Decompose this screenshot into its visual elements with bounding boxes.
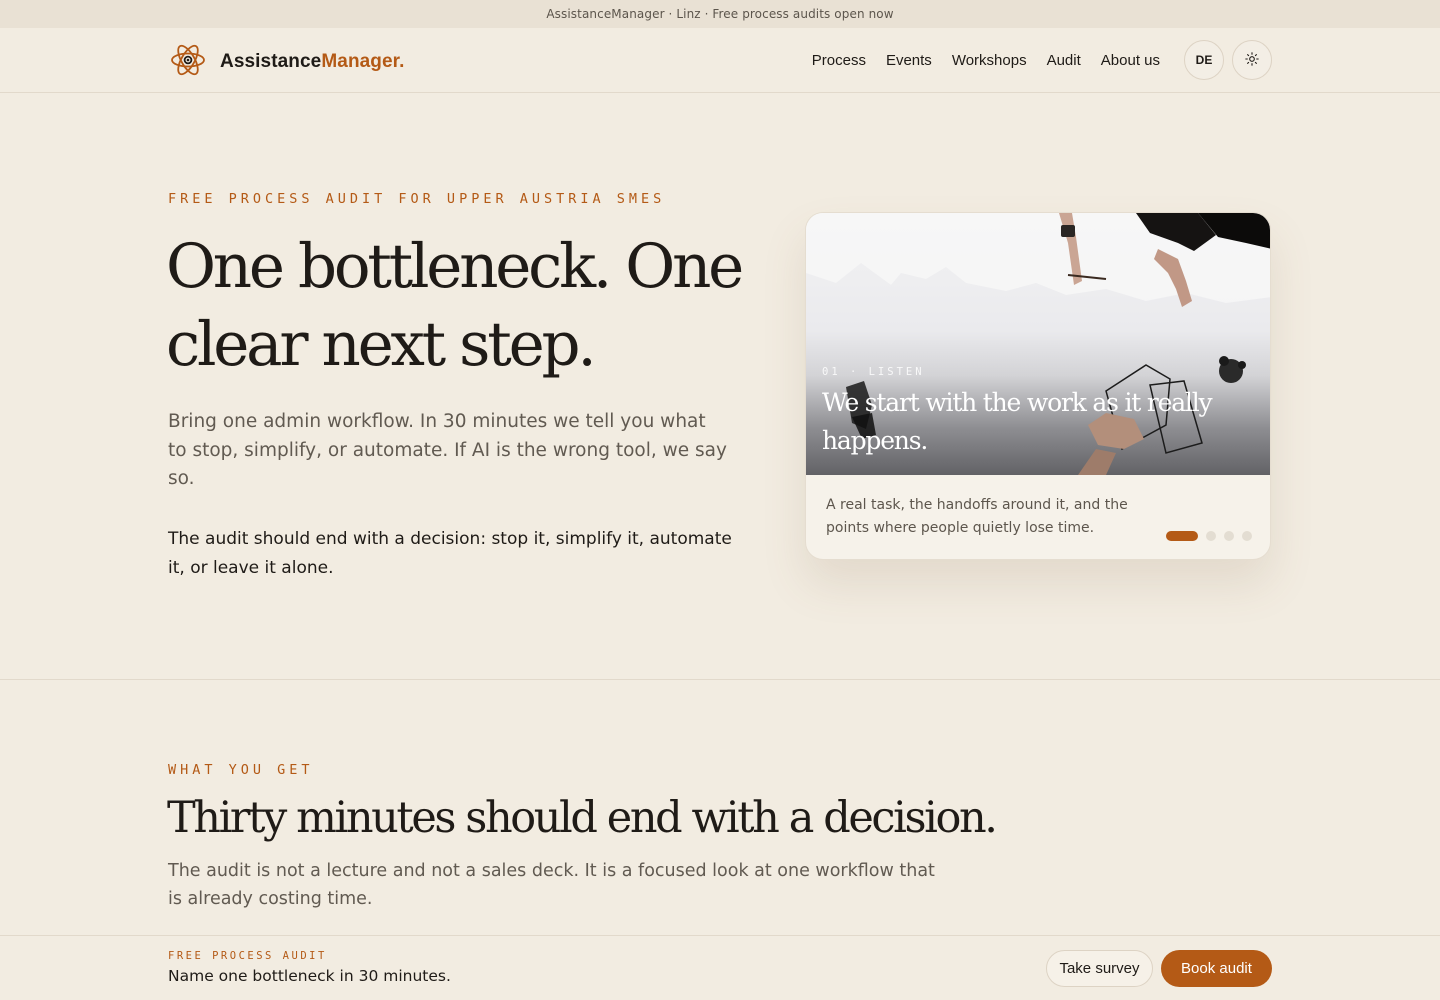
language-toggle-button[interactable]: DE [1184,40,1224,80]
carousel-dot-4[interactable] [1242,531,1252,541]
cta-eyebrow: FREE PROCESS AUDIT [168,950,327,962]
carousel-description: A real task, the handoffs around it, and… [826,497,1128,536]
section-eyebrow: WHAT YOU GET [168,762,314,778]
nav-link-workshops[interactable]: Workshops [952,52,1027,69]
brand-logo[interactable]: AssistanceManager. [170,42,405,82]
nav-link-audit[interactable]: Audit [1047,52,1081,69]
carousel-step-label: 01 · LISTEN [822,366,925,378]
nav-link-events[interactable]: Events [886,52,932,69]
sticky-cta-bar: FREE PROCESS AUDIT Name one bottleneck i… [0,935,1440,1000]
hero-lead: Bring one admin workflow. In 30 minutes … [168,411,727,489]
atom-icon [170,42,206,82]
brand-name: AssistanceManager. [220,51,405,72]
hero-title: One bottleneck. One clear next step. [166,231,744,380]
main-nav: Process Events Workshops Audit About us … [812,40,1272,80]
hero-eyebrow: FREE PROCESS AUDIT FOR UPPER AUSTRIA SME… [168,191,666,207]
hero-note: The audit should end with a decision: st… [168,529,732,578]
process-carousel-card[interactable]: 01 · LISTEN We start with the work as it… [805,212,1271,560]
carousel-dot-3[interactable] [1224,531,1234,541]
sun-icon [1245,51,1259,69]
carousel-pagination [1166,531,1252,541]
workspace-photo: 01 · LISTEN We start with the work as it… [806,213,1270,475]
site-header: AssistanceManager. Process Events Worksh… [0,28,1440,93]
section-lead: The audit is not a lecture and not a sal… [168,861,935,909]
section-title: Thirty minutes should end with a decisio… [167,793,998,843]
carousel-heading: We start with the work as it really happ… [822,388,1213,455]
nav-link-process[interactable]: Process [812,52,866,69]
nav-link-about-us[interactable]: About us [1101,52,1160,69]
cta-text: Name one bottleneck in 30 minutes. [168,967,451,985]
carousel-dot-1[interactable] [1166,531,1198,541]
carousel-dot-2[interactable] [1206,531,1216,541]
book-audit-button[interactable]: Book audit [1161,950,1272,987]
theme-toggle-button[interactable] [1232,40,1272,80]
section-divider [0,679,1440,680]
take-survey-button[interactable]: Take survey [1046,950,1153,987]
announcement-bar: AssistanceManager · Linz · Free process … [0,0,1440,28]
